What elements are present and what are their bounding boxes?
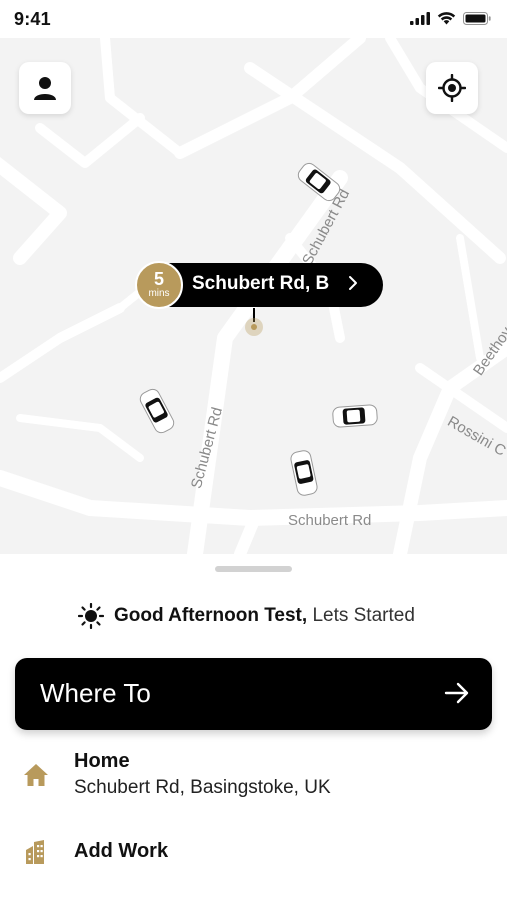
eta-unit: mins — [148, 288, 170, 299]
chevron-right-icon — [349, 276, 357, 290]
where-to-label: Where To — [40, 678, 151, 708]
arrow-right-icon — [444, 682, 469, 704]
greeting: Good Afternoon Test, Lets Started — [78, 603, 415, 629]
profile-button[interactable] — [19, 62, 71, 114]
greeting-bold: Good Afternoon Test, — [114, 605, 308, 626]
status-bar: 9:41 — [0, 0, 507, 38]
status-time: 9:41 — [14, 9, 51, 29]
road-label: Schubert Rd — [288, 512, 372, 529]
user-icon — [34, 77, 56, 100]
sheet-handle[interactable] — [215, 566, 292, 572]
greeting-rest: Lets Started — [312, 605, 415, 626]
crosshair-icon — [438, 74, 466, 102]
saved-place-home[interactable]: Home Schubert Rd, Basingstoke, UK — [0, 750, 507, 806]
locate-me-button[interactable] — [426, 62, 478, 114]
home-icon — [24, 764, 48, 786]
place-title: Home — [74, 750, 130, 772]
pickup-pin — [245, 318, 263, 336]
map-view[interactable]: Schubert Rd Schubert Rd Schubert Rd Beet… — [0, 38, 507, 554]
eta-badge: 5 mins — [135, 261, 183, 309]
status-icons — [410, 11, 491, 25]
saved-place-work[interactable]: Add Work — [0, 836, 507, 872]
eta-value: 5 — [153, 269, 164, 289]
battery-icon — [463, 11, 491, 25]
place-title: Add Work — [74, 840, 169, 862]
place-subtitle: Schubert Rd, Basingstoke, UK — [74, 777, 331, 798]
car-icon — [332, 404, 378, 428]
pickup-address: Schubert Rd, B — [192, 273, 330, 294]
signal-icon — [410, 11, 430, 25]
wifi-icon — [437, 12, 456, 25]
sun-icon — [78, 603, 104, 629]
work-building-icon — [26, 840, 44, 864]
where-to-button[interactable]: Where To — [15, 658, 492, 730]
bottom-sheet: Good Afternoon Test, Lets Started Where … — [0, 554, 507, 900]
